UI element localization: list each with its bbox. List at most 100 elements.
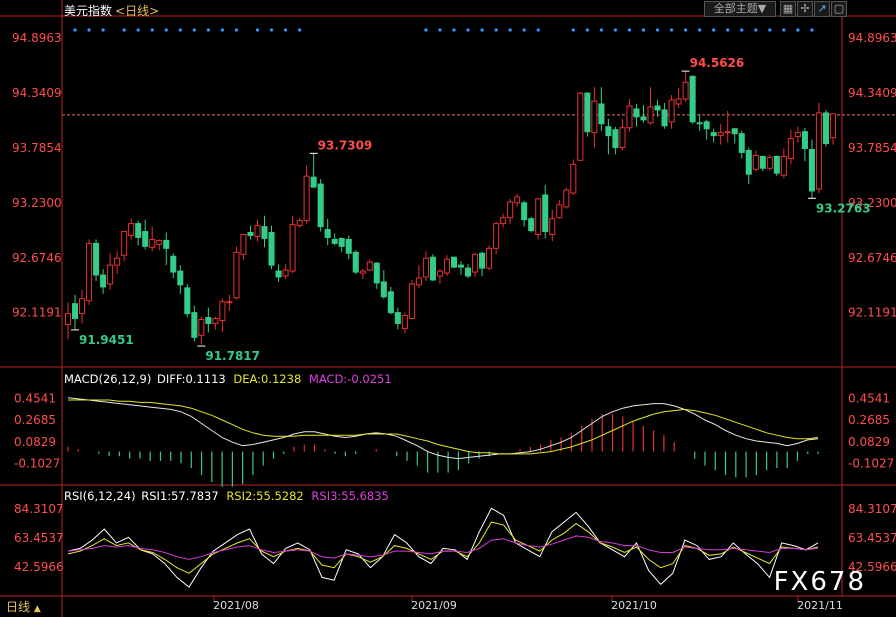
annotation-label-2: 93.2763	[816, 201, 871, 215]
main-left-tick-1: 94.3409	[12, 86, 62, 100]
candle-body-1	[71, 303, 79, 320]
rsi-right-tick-0: 84.3107	[848, 502, 896, 516]
candle-body-19	[198, 319, 205, 336]
main-right-tick-0: 94.8963	[848, 31, 896, 45]
candle-body-10	[135, 223, 142, 238]
rsi2-legend: RSI2:55.5282	[226, 489, 304, 503]
signal-dot-32	[669, 28, 674, 32]
signal-dot-26	[585, 28, 589, 32]
signal-dot-41	[796, 28, 800, 32]
candle-body-38	[331, 238, 338, 244]
axis-ticks: 94.8963 94.8963 94.3409 94.3409 93.7854 93.78…	[12, 31, 896, 612]
rsi-left-tick-0: 84.3107	[14, 502, 64, 516]
main-right-tick-2: 93.7854	[848, 141, 896, 155]
macd-panel: 0.4541 0.4541 0.2685 0.2685 0.0829 0.0829 -0.1…	[14, 391, 894, 487]
theme-select-button[interactable]: 全部主题▼	[704, 1, 776, 17]
macd-left-tick-0: 0.4541	[14, 391, 56, 405]
candle-body-30	[275, 270, 282, 278]
candle-body-32	[289, 224, 296, 272]
signal-dot-4	[136, 28, 140, 32]
candle-body-106	[808, 148, 815, 192]
candle-body-43	[366, 261, 373, 271]
rsi-line-rsi1	[67, 507, 819, 588]
candle-body-35	[310, 176, 317, 188]
signal-dot-21	[494, 28, 498, 32]
signal-dot-33	[684, 28, 688, 32]
rsi-title: RSI(6,12,24)	[64, 489, 136, 503]
annotation-label-0: 94.5626	[690, 56, 745, 70]
candle-body-69	[549, 218, 556, 235]
period-footer-label[interactable]: 日线 ▲	[6, 598, 41, 615]
signal-dot-29	[627, 28, 632, 32]
candle-body-17	[184, 287, 191, 315]
candle-body-94	[724, 131, 731, 134]
rsi-line-rsi2	[67, 521, 819, 574]
signal-dot-31	[655, 28, 660, 32]
candle-body-12	[149, 238, 156, 248]
candle-body-83	[647, 106, 654, 124]
crosshair-tool-icon[interactable]: ✢	[797, 1, 813, 17]
annotation-label-3: 91.7817	[205, 349, 260, 363]
candle-body-50	[415, 277, 422, 286]
candle-body-77	[605, 126, 612, 137]
candle-body-31	[282, 269, 289, 277]
candle-body-91	[703, 121, 710, 130]
candle-body-89	[689, 75, 696, 123]
main-left-tick-0: 94.8963	[12, 31, 62, 45]
candle-body-108	[822, 112, 829, 145]
candle-body-20	[205, 317, 212, 324]
candle-body-33	[296, 220, 303, 227]
signal-dot-16	[424, 28, 428, 32]
rsi-left-tick-2: 42.5966	[14, 560, 64, 574]
signal-dot-5	[150, 28, 154, 32]
candle-body-87	[675, 98, 682, 105]
candle-body-57	[465, 267, 472, 277]
candle-body-7	[114, 257, 121, 266]
signal-dot-11	[234, 28, 239, 32]
candle-body-39	[338, 237, 345, 247]
candle-body-109	[829, 113, 837, 139]
candle-body-44	[373, 262, 380, 284]
main-left-tick-3: 93.2300	[12, 196, 62, 210]
macd-diff-legend: DIFF:0.1113	[157, 372, 226, 386]
candle-body-51	[422, 257, 429, 278]
main-right-tick-5: 92.1191	[848, 306, 896, 320]
line-chart-tool-icon[interactable]: ↗	[814, 1, 830, 17]
signal-dot-19	[466, 28, 470, 32]
main-left-tick-2: 93.7854	[12, 141, 62, 155]
grid-tool-icon[interactable]: ▦	[780, 1, 796, 17]
candle-body-29	[268, 232, 275, 266]
candle-body-104	[794, 132, 801, 138]
candle-body-55	[450, 256, 458, 268]
rsi1-legend: RSI1:57.7837	[141, 489, 219, 503]
candle-body-60	[486, 247, 493, 269]
signal-dot-9	[206, 28, 210, 32]
macd-right-tick-0: 0.4541	[848, 391, 890, 405]
macd-left-tick-2: 0.0829	[14, 435, 56, 449]
signal-dot-12	[255, 28, 260, 32]
rsi3-legend: RSI3:55.6835	[311, 489, 389, 503]
chart-canvas: 0.4541 0.4541 0.2685 0.2685 0.0829 0.0829 -0.1…	[0, 0, 896, 617]
candle-body-41	[352, 251, 359, 273]
chart-period-tag[interactable]: <日线>	[115, 4, 159, 18]
close-tool-icon[interactable]: ▢	[831, 1, 847, 17]
candle-body-97	[745, 149, 752, 175]
candle-body-21	[212, 318, 219, 324]
main-left-tick-5: 92.1191	[12, 306, 62, 320]
candle-body-70	[556, 204, 563, 219]
macd-line-dea	[68, 399, 819, 455]
signal-dot-2	[101, 28, 105, 32]
candle-body-75	[591, 100, 598, 134]
signal-dot-13	[269, 28, 274, 32]
macd-right-tick-1: 0.2685	[848, 413, 890, 427]
candle-body-93	[717, 132, 724, 137]
rsi-legend: RSI(6,12,24) RSI1:57.7837 RSI2:55.5282 R…	[64, 489, 389, 503]
signal-dot-0	[73, 28, 77, 32]
candle-body-100	[766, 156, 773, 169]
candle-body-27	[254, 225, 261, 237]
candle-body-14	[163, 239, 170, 249]
signal-dot-38	[754, 28, 758, 32]
chart-frame	[0, 0, 896, 617]
signal-dot-17	[438, 28, 442, 32]
candle-body-58	[472, 253, 479, 273]
